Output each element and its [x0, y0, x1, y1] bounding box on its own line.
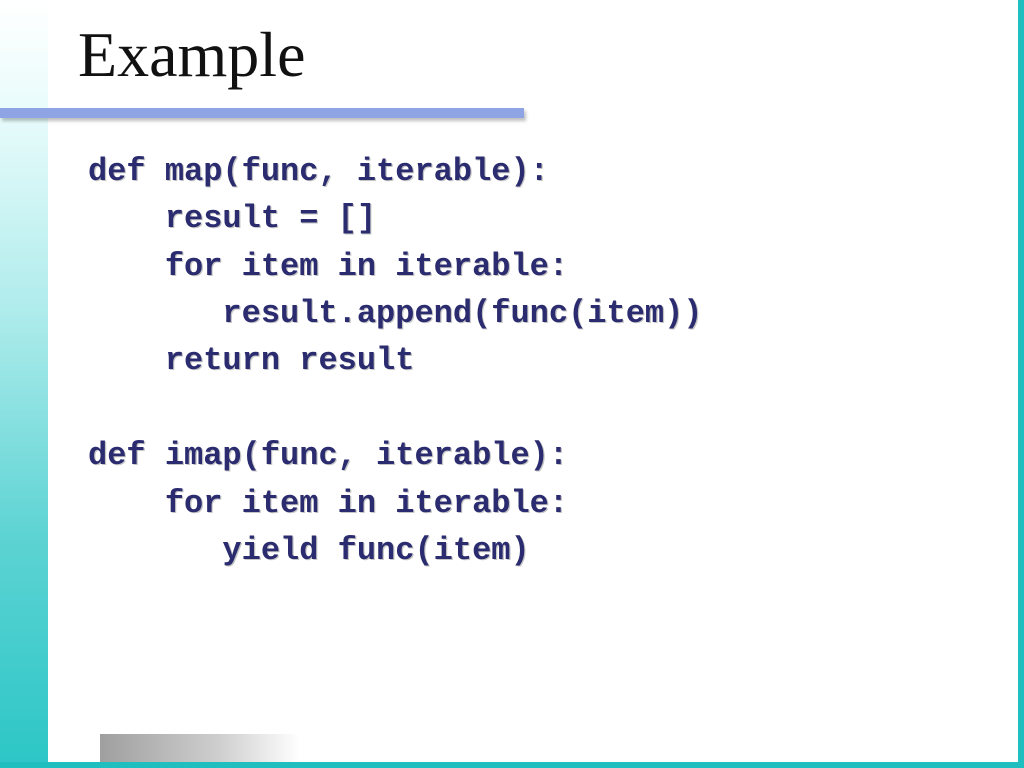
bottom-border-decor [0, 762, 1024, 768]
slide-title: Example [78, 18, 305, 92]
code-block: def map(func, iterable): result = [] for… [88, 148, 703, 574]
right-border-decor [1018, 0, 1024, 768]
title-underline [0, 108, 524, 118]
footer-gradient-bar [100, 734, 300, 762]
